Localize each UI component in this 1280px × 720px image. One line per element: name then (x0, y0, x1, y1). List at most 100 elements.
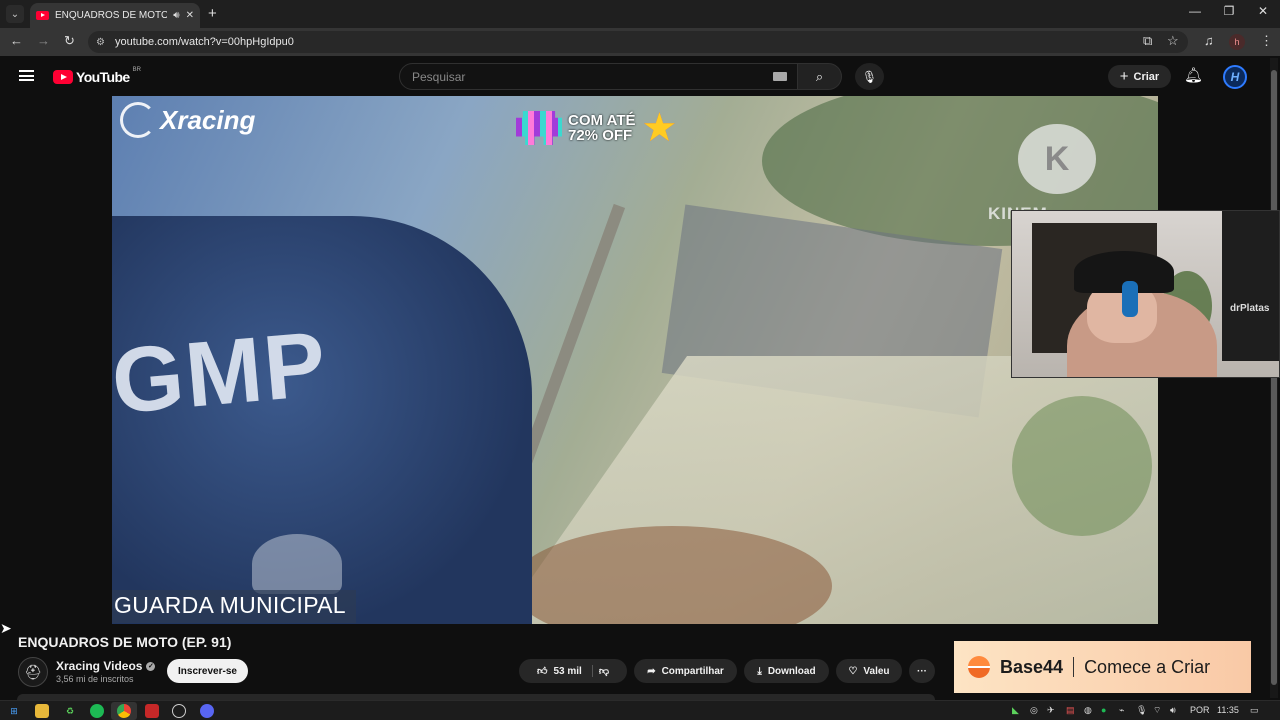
address-bar[interactable]: ⚙ youtube.com/watch?v=00hpHgIdpu0 (88, 31, 1188, 53)
discord-icon[interactable] (200, 704, 214, 718)
tray-app-icon[interactable]: ◎ (1030, 705, 1038, 716)
ad-brand: Base44 (1000, 656, 1064, 677)
thanks-label: Valeu (863, 665, 890, 677)
start-icon[interactable]: ⊞ (7, 704, 21, 718)
browser-toolbar: ← → ↻ ⚙ youtube.com/watch?v=00hpHgIdpu0 … (0, 28, 1280, 56)
thumbs-up-icon: 👍︎ (537, 666, 548, 677)
search-icon: ⌕ (815, 68, 824, 84)
dislike-button[interactable]: 👎︎ (599, 665, 609, 677)
minimize-button[interactable]: — (1180, 4, 1210, 18)
microphone-icon: 🎙︎ (861, 69, 878, 84)
more-actions-button[interactable]: ··· (909, 659, 935, 683)
webcam-poster (1222, 211, 1279, 361)
tray-obs-icon[interactable]: ◍ (1084, 705, 1092, 716)
share-icon: ➦ (647, 665, 656, 677)
chrome-icon[interactable] (117, 704, 131, 718)
region-code: BR (132, 67, 141, 73)
tray-nvidia-icon[interactable]: ◣ (1012, 705, 1019, 716)
subscribe-button[interactable]: Inscrever-se (167, 659, 248, 683)
headset-icon (1122, 281, 1138, 317)
bookmark-star-icon[interactable]: ☆ (1167, 33, 1179, 49)
search-bar: Pesquisar ⌕ (399, 63, 843, 90)
forward-icon[interactable]: → (37, 33, 50, 48)
plus-icon: + (1119, 68, 1129, 85)
vehicle-lettering: GMP (112, 312, 332, 434)
video-player[interactable]: GMP GUARDA MUNICIPAL Xracing COM ATÉ 72%… (112, 96, 1158, 624)
voice-search-button[interactable]: 🎙︎ (855, 63, 884, 90)
reload-icon[interactable]: ↻ (64, 33, 75, 49)
browser-menu-icon[interactable]: ⋮ (1260, 33, 1273, 49)
share-label: Compartilhar (661, 665, 724, 677)
recycle-icon[interactable]: ♻ (63, 704, 77, 718)
account-avatar[interactable]: H (1223, 65, 1247, 89)
search-input[interactable]: Pesquisar (399, 63, 798, 90)
youtube-logo[interactable]: YouTube BR (53, 67, 141, 85)
tray-news-icon[interactable]: ▤ (1066, 705, 1075, 716)
tab-title: ENQUADROS DE MOTO (EP. 91) (55, 10, 168, 21)
channel-name[interactable]: Xracing Videos ✓ (56, 659, 156, 673)
webcam-poster-text: drPlatas (1230, 303, 1270, 314)
tray-wifi-icon[interactable]: ⌔ (1153, 705, 1161, 716)
like-count: 53 mil (553, 665, 582, 677)
scene-caption: GUARDA MUNICIPAL (112, 590, 356, 623)
webcam-overlay: drPlatas (1011, 210, 1280, 378)
site-info-icon[interactable]: ⚙ (96, 37, 105, 48)
browser-tab[interactable]: ENQUADROS DE MOTO (EP. 91) 🔊︎ ✕ (30, 3, 200, 28)
ad-cta: Comece a Criar (1084, 656, 1211, 677)
promo-line-2: 72% OFF (568, 127, 633, 144)
more-icon: ··· (917, 665, 927, 677)
keyboard-icon[interactable] (773, 72, 787, 81)
create-button[interactable]: + Criar (1108, 65, 1171, 88)
video-title: ENQUADROS DE MOTO (EP. 91) (18, 634, 232, 650)
tray-network-icon[interactable]: ✈ (1047, 705, 1055, 716)
helmet-icon (120, 102, 156, 138)
language-indicator[interactable]: POR (1190, 705, 1210, 715)
browser-tab-strip: ⌄ ENQUADROS DE MOTO (EP. 91) 🔊︎ ✕ + — ❐ … (0, 0, 1280, 28)
channel-avatar[interactable]: ⛑ (18, 657, 48, 687)
ad-banner[interactable]: Base44 Comece a Criar (954, 641, 1251, 693)
notification-center-icon[interactable]: ▭ (1250, 705, 1259, 716)
logo-text: YouTube (76, 69, 130, 85)
obs-icon[interactable] (172, 704, 186, 718)
search-button[interactable]: ⌕ (798, 63, 842, 90)
youtube-header: YouTube BR Pesquisar ⌕ 🎙︎ + Criar 🔔︎ H (0, 56, 1268, 96)
notifications-bell-icon[interactable]: 🔔︎ (1184, 66, 1203, 84)
star-icon: ★ (641, 106, 678, 150)
back-icon[interactable]: ← (10, 33, 23, 48)
tray-mic-icon[interactable]: 🎙︎ (1136, 705, 1147, 716)
taskbar: ⊞ ♻ ◣ ◎ ✈ ▤ ◍ ● ⌁ 🎙︎ ⌔ 🔊︎ POR 11:35 ▭ (0, 700, 1280, 720)
download-button[interactable]: ⤓ Download (744, 659, 829, 683)
create-label: Criar (1133, 70, 1160, 83)
youtube-favicon-icon (36, 11, 49, 20)
like-button[interactable]: 👍︎ 53 mil (537, 665, 593, 677)
speaker-icon[interactable]: 🔊︎ (173, 10, 179, 21)
news-icon[interactable] (145, 704, 159, 718)
space-invader-icon (516, 111, 562, 145)
download-icon: ⤓ (757, 665, 762, 677)
file-explorer-icon[interactable] (35, 704, 49, 718)
heart-dollar-icon: ♡ (848, 665, 858, 677)
tray-spotify-icon[interactable]: ● (1101, 705, 1106, 715)
menu-icon[interactable] (19, 70, 34, 81)
new-tab-button[interactable]: + (208, 5, 217, 22)
tray-bluetooth-icon[interactable]: ⌁ (1119, 705, 1124, 716)
spotify-icon[interactable] (90, 704, 104, 718)
window-close-button[interactable]: ✕ (1248, 4, 1278, 18)
share-button[interactable]: ➦ Compartilhar (634, 659, 737, 683)
tray-volume-icon[interactable]: 🔊︎ (1170, 705, 1176, 716)
xracing-logo-text: Xracing (160, 104, 256, 135)
thanks-button[interactable]: ♡ Valeu (836, 659, 902, 683)
channel-name-text: Xracing Videos (56, 659, 143, 673)
helmet-logo-icon: ⛑ (24, 663, 42, 680)
clock[interactable]: 11:35 (1217, 705, 1239, 715)
install-app-icon[interactable]: ⧉ (1143, 33, 1152, 49)
address-text: youtube.com/watch?v=00hpHgIdpu0 (114, 36, 294, 48)
restore-button[interactable]: ❐ (1214, 4, 1244, 18)
vehicle-crest (252, 534, 342, 594)
profile-avatar[interactable]: h (1229, 34, 1245, 50)
tab-search-icon[interactable]: ⌄ (6, 5, 24, 23)
media-controls-icon[interactable]: ♫ (1204, 33, 1214, 48)
like-dislike-group: 👍︎ 53 mil 👎︎ (519, 659, 627, 683)
tab-close-icon[interactable]: ✕ (186, 10, 194, 21)
download-label: Download (767, 665, 816, 677)
